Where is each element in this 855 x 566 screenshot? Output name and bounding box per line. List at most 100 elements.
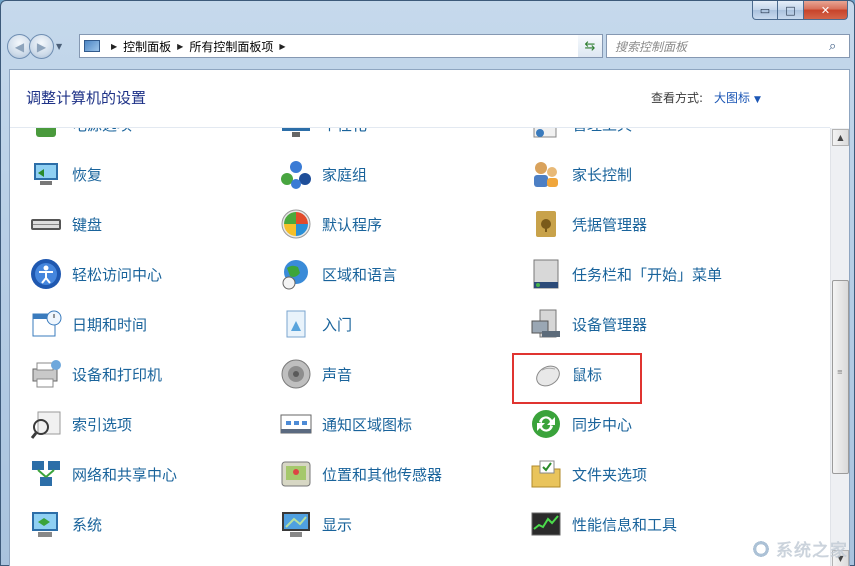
chevron-down-icon[interactable]: ▼ [754, 95, 761, 105]
control-panel-item[interactable]: 个性化 [278, 128, 367, 142]
control-panel-item-label[interactable]: 任务栏和「开始」菜单 [572, 264, 722, 285]
recent-pages-dropdown[interactable]: ▼ [56, 42, 62, 51]
control-panel-item-label[interactable]: 索引选项 [72, 414, 132, 435]
breadcrumb-separator-icon[interactable]: ▶ [177, 42, 183, 51]
control-panel-item[interactable]: 设备和打印机 [28, 356, 162, 392]
control-panel-item[interactable]: 家长控制 [528, 156, 632, 192]
scroll-up-icon[interactable]: ▲ [832, 129, 849, 146]
network-sharing-icon [28, 457, 64, 491]
caption-buttons: ▭ □ ✕ [752, 1, 848, 20]
control-panel-item[interactable]: 显示 [278, 506, 352, 542]
control-panel-item-label[interactable]: 位置和其他传感器 [322, 464, 442, 485]
sync-center-icon [528, 407, 564, 441]
control-panel-item[interactable]: 管理工具 [528, 128, 632, 142]
control-panel-item[interactable]: 同步中心 [528, 406, 632, 442]
watermark-text: 系统之家 [776, 541, 848, 561]
content-pane: 调整计算机的设置 查看方式: 大图标 ▼ 电源选项 个性化 管理工具恢复 家庭组 家长控制… [9, 69, 850, 566]
maximize-button[interactable]: □ [778, 1, 804, 20]
control-panel-item-label[interactable]: 轻松访问中心 [72, 264, 162, 285]
view-by-value[interactable]: 大图标 [714, 91, 750, 105]
search-icon[interactable]: ⌕ [829, 39, 849, 54]
view-by-label: 查看方式: [651, 91, 704, 105]
control-panel-item-label[interactable]: 管理工具 [572, 128, 632, 135]
control-panel-item-label[interactable]: 设备和打印机 [72, 364, 162, 385]
date-time-icon [28, 307, 64, 341]
scrollbar-thumb[interactable]: ≡ [832, 280, 849, 474]
highlight-box [512, 353, 642, 404]
control-panel-item[interactable]: 通知区域图标 [278, 406, 412, 442]
forward-button[interactable]: ▶ [29, 34, 54, 59]
control-panel-item[interactable]: 键盘 [28, 206, 102, 242]
system-icon [28, 507, 64, 541]
back-arrow-icon: ◀ [14, 39, 25, 54]
control-panel-item[interactable]: 位置和其他传感器 [278, 456, 442, 492]
control-panel-item[interactable]: 声音 [278, 356, 352, 392]
control-panel-item[interactable]: 电源选项 [28, 128, 132, 142]
control-panel-item[interactable]: 任务栏和「开始」菜单 [528, 256, 722, 292]
grip-icon: ≡ [837, 368, 843, 376]
address-bar[interactable]: ▶ 控制面板 ▶ 所有控制面板项 ▶ ▼ [79, 34, 598, 58]
navigation-bar: ◀ ▶ ▼ ▶ 控制面板 ▶ 所有控制面板项 ▶ ▼ ⇆ 搜索控制面板 ⌕ [7, 33, 850, 60]
performance-icon [528, 507, 564, 541]
breadcrumb-control-panel[interactable]: 控制面板 [123, 38, 171, 55]
control-panel-item[interactable]: 性能信息和工具 [528, 506, 677, 542]
refresh-button[interactable]: ⇆ [578, 34, 603, 58]
display-icon [278, 507, 314, 541]
control-panel-item[interactable]: 文件夹选项 [528, 456, 647, 492]
control-panel-item-label[interactable]: 系统 [72, 514, 102, 535]
control-panel-item-label[interactable]: 凭据管理器 [572, 214, 647, 235]
control-panel-item-label[interactable]: 区域和语言 [322, 264, 397, 285]
notification-area-icon [278, 407, 314, 441]
breadcrumb-separator-icon[interactable]: ▶ [279, 42, 285, 51]
indexing-icon [28, 407, 64, 441]
search-input[interactable]: 搜索控制面板 [607, 38, 829, 55]
control-panel-item[interactable]: 系统 [28, 506, 102, 542]
vertical-scrollbar[interactable]: ▲ ≡ ▼ [830, 128, 849, 566]
control-panel-item-label[interactable]: 声音 [322, 364, 352, 385]
close-button[interactable]: ✕ [804, 1, 848, 20]
forward-arrow-icon: ▶ [36, 39, 47, 54]
control-panel-item-label[interactable]: 电源选项 [72, 128, 132, 135]
control-panel-item-label[interactable]: 性能信息和工具 [572, 514, 677, 535]
control-panel-item[interactable]: 入门 [278, 306, 352, 342]
power-options-icon [28, 128, 64, 141]
location-sensors-icon [278, 457, 314, 491]
control-panel-item[interactable]: 轻松访问中心 [28, 256, 162, 292]
control-panel-item-label[interactable]: 家长控制 [572, 164, 632, 185]
control-panel-item-label[interactable]: 默认程序 [322, 214, 382, 235]
folder-options-icon [528, 457, 564, 491]
minimize-button[interactable]: ▭ [752, 1, 778, 20]
sound-icon [278, 357, 314, 391]
view-by-dropdown[interactable]: 大图标 ▼ [714, 89, 761, 106]
control-panel-item[interactable]: 恢复 [28, 156, 102, 192]
control-panel-item[interactable]: 网络和共享中心 [28, 456, 177, 492]
getting-started-icon [278, 307, 314, 341]
parental-controls-icon [528, 157, 564, 191]
control-panel-item-label[interactable]: 同步中心 [572, 414, 632, 435]
control-panel-item-label[interactable]: 网络和共享中心 [72, 464, 177, 485]
control-panel-item[interactable]: 索引选项 [28, 406, 132, 442]
breadcrumb-separator-icon[interactable]: ▶ [111, 42, 117, 51]
control-panel-item[interactable]: 日期和时间 [28, 306, 147, 342]
control-panel-item-label[interactable]: 个性化 [322, 128, 367, 135]
control-panel-item-label[interactable]: 文件夹选项 [572, 464, 647, 485]
control-panel-item[interactable]: 凭据管理器 [528, 206, 647, 242]
homegroup-icon [278, 157, 314, 191]
recovery-icon [28, 157, 64, 191]
control-panel-item-label[interactable]: 家庭组 [322, 164, 367, 185]
control-panel-item-label[interactable]: 通知区域图标 [322, 414, 412, 435]
control-panel-item-label[interactable]: 键盘 [72, 214, 102, 235]
control-panel-item[interactable]: 家庭组 [278, 156, 367, 192]
breadcrumb-all-items[interactable]: 所有控制面板项 [189, 38, 273, 55]
page-title: 调整计算机的设置 [26, 89, 147, 107]
refresh-icon: ⇆ [584, 38, 596, 54]
control-panel-item[interactable]: 设备管理器 [528, 306, 647, 342]
control-panel-item[interactable]: 区域和语言 [278, 256, 397, 292]
search-box[interactable]: 搜索控制面板 ⌕ [606, 34, 850, 58]
control-panel-item-label[interactable]: 恢复 [72, 164, 102, 185]
control-panel-item-label[interactable]: 显示 [322, 514, 352, 535]
control-panel-item[interactable]: 默认程序 [278, 206, 382, 242]
control-panel-item-label[interactable]: 日期和时间 [72, 314, 147, 335]
control-panel-item-label[interactable]: 设备管理器 [572, 314, 647, 335]
control-panel-item-label[interactable]: 入门 [322, 314, 352, 335]
